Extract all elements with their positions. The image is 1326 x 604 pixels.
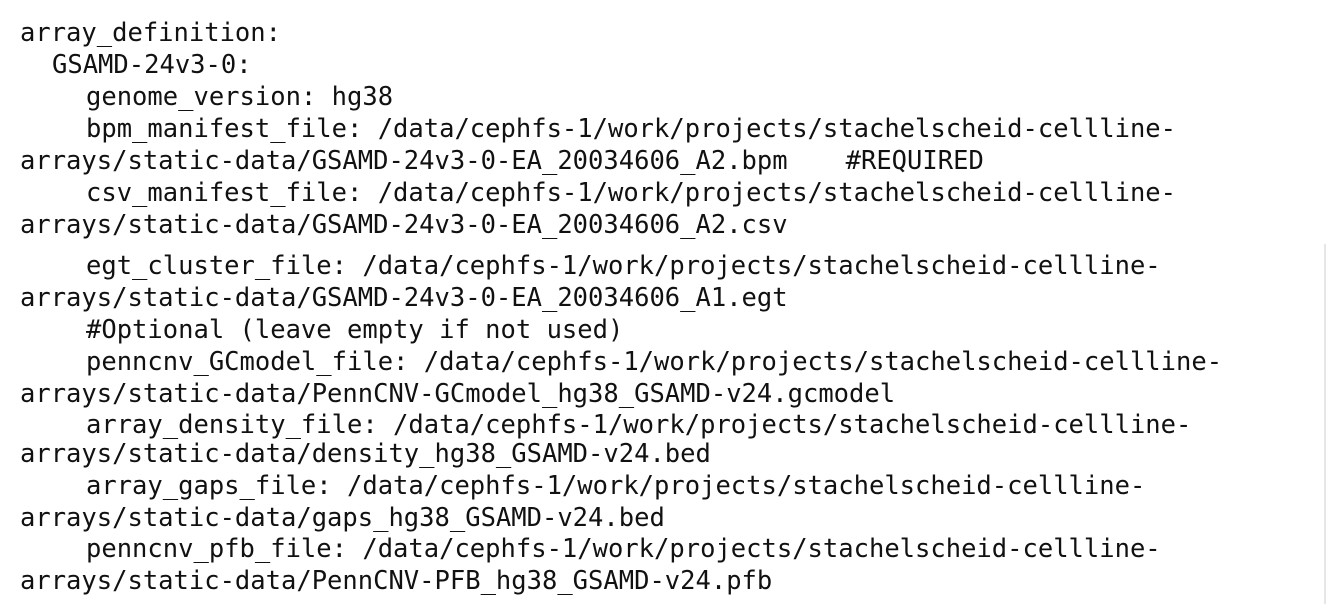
bpm-manifest-continuation: arrays/static-data/GSAMD-24v3-0-EA_20034… xyxy=(20,145,984,177)
array-density-continuation: arrays/static-data/density_hg38_GSAMD-v2… xyxy=(20,439,711,469)
array-gaps-continuation: arrays/static-data/gaps_hg38_GSAMD-v24.b… xyxy=(20,503,665,533)
penncnv-pfb-continuation: arrays/static-data/PennCNV-PFB_hg38_GSAM… xyxy=(20,566,773,596)
csv-manifest-line: csv_manifest_file: /data/cephfs-1/work/p… xyxy=(86,178,1177,208)
array-definition-key: array_definition: xyxy=(20,18,281,48)
optional-comment-line: #Optional (leave empty if not used) xyxy=(86,315,624,345)
bpm-manifest-path: arrays/static-data/GSAMD-24v3-0-EA_20034… xyxy=(20,146,788,176)
bpm-manifest-line: bpm_manifest_file: /data/cephfs-1/work/p… xyxy=(86,114,1177,144)
array-density-line: array_density_file: /data/cephfs-1/work/… xyxy=(86,410,1192,440)
penncnv-pfb-line: penncnv_pfb_file: /data/cephfs-1/work/pr… xyxy=(86,534,1161,564)
penncnv-gcmodel-continuation: arrays/static-data/PennCNV-GCmodel_hg38_… xyxy=(20,379,896,409)
array-gaps-line: array_gaps_file: /data/cephfs-1/work/pro… xyxy=(86,471,1146,501)
config-document: array_definition: GSAMD-24v3-0: genome_v… xyxy=(0,0,1326,604)
array-id-key: GSAMD-24v3-0: xyxy=(52,50,252,80)
egt-cluster-line: egt_cluster_file: /data/cephfs-1/work/pr… xyxy=(86,251,1161,281)
egt-cluster-continuation: arrays/static-data/GSAMD-24v3-0-EA_20034… xyxy=(20,283,788,313)
csv-manifest-continuation: arrays/static-data/GSAMD-24v3-0-EA_20034… xyxy=(20,210,788,240)
required-comment: #REQUIRED xyxy=(845,146,984,176)
genome-version-line: genome_version: hg38 xyxy=(86,82,394,112)
penncnv-gcmodel-line: penncnv_GCmodel_file: /data/cephfs-1/wor… xyxy=(86,347,1223,377)
